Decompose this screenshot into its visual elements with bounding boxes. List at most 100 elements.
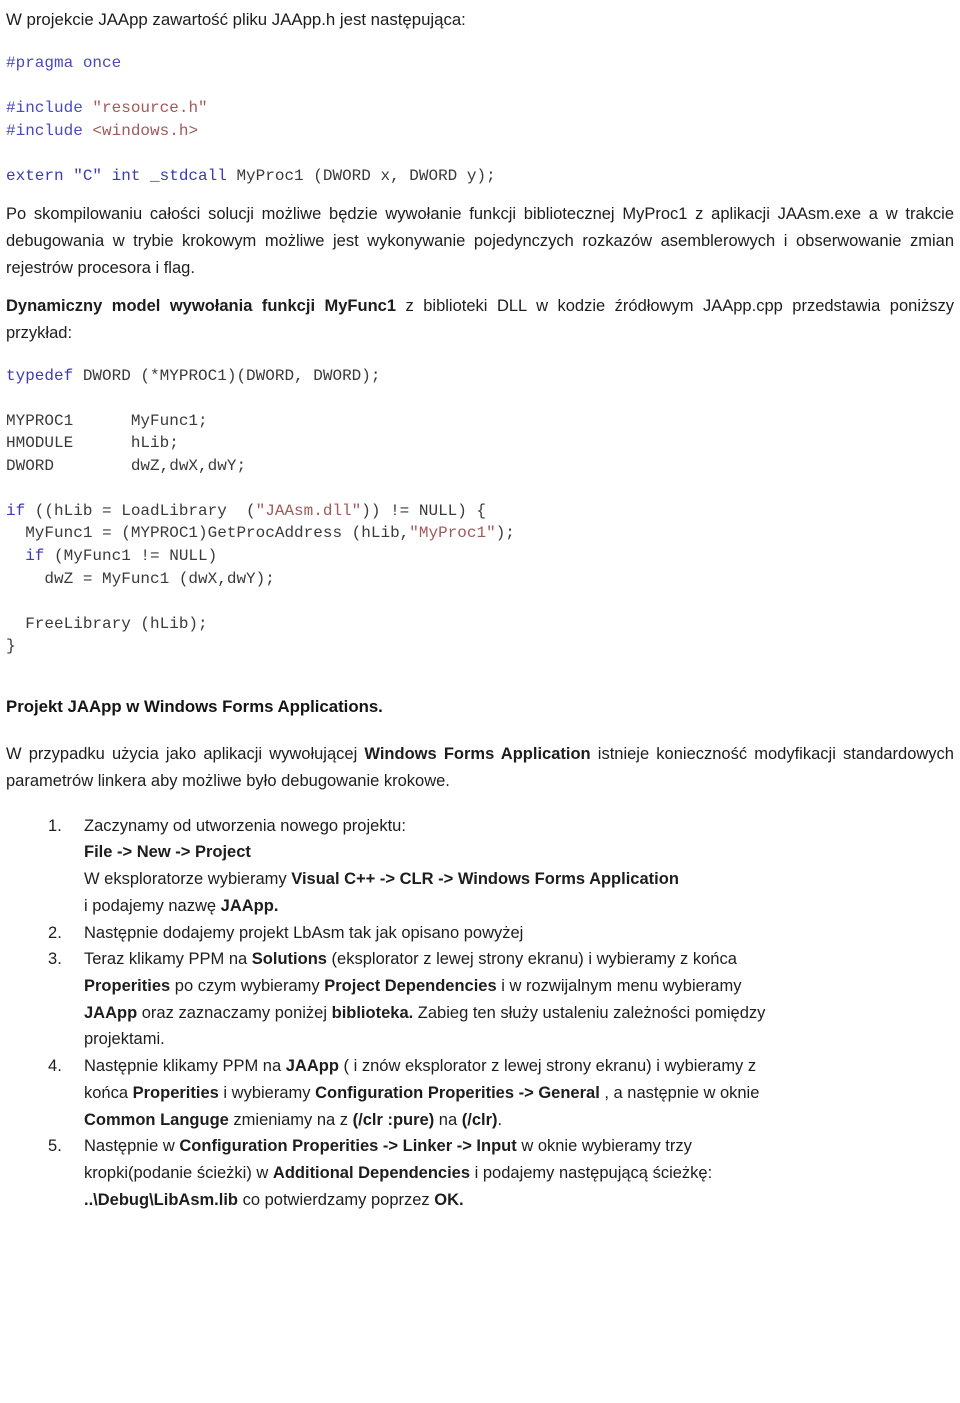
code-token-call-string: "MyProc1"	[409, 524, 496, 543]
code-block-header: #pragma once #include "resource.h" #incl…	[6, 52, 954, 187]
code-token-include2-string: <windows.h>	[92, 121, 199, 140]
step-5-line-1-c: w oknie wybieramy trzy	[516, 1137, 692, 1156]
step-4-line-3-d: (/clr :pure)	[352, 1110, 435, 1129]
code-line-extern: extern "C" int _stdcall MyProc1 (DWORD x…	[6, 165, 954, 188]
code-line-freelibrary: FreeLibrary (hLib);	[6, 614, 208, 633]
code-token-pragma-keyword: #pragma	[6, 54, 74, 73]
code-line-if-loadlibrary: if ((hLib = LoadLibrary ("JAAsm.dll")) !…	[6, 500, 954, 523]
step-3-line-3-e: Zabieg ten służy ustaleniu zależności po…	[413, 1003, 766, 1022]
step-3-line-1-c: (eksplorator z lewej strony ekranu) i wy…	[326, 950, 737, 969]
steps-list: Zaczynamy od utworzenia nowego projektu:…	[6, 813, 954, 1214]
code-token-typedef-rest: DWORD (*MYPROC1)(DWORD, DWORD);	[73, 366, 381, 385]
step-5-line-1-b: Configuration Properities -> Linker -> I…	[179, 1137, 517, 1156]
step-3-line-4: projektami.	[84, 1030, 165, 1049]
code-line-getprocaddress: MyFunc1 = (MYPROC1)GetProcAddress (hLib,…	[6, 522, 954, 545]
step-4-line-1-c: ( i znów eksplorator z lewej strony ekra…	[338, 1057, 757, 1076]
code-token-if1-keyword: if	[6, 501, 26, 520]
code-line-typedef: typedef DWORD (*MYPROC1)(DWORD, DWORD);	[6, 365, 954, 388]
paragraph-dynamic-model: Dynamiczny model wywołania funkcji MyFun…	[6, 293, 954, 346]
step-3-line-1: Teraz klikamy PPM na Solutions (eksplora…	[84, 946, 954, 973]
step-3-line-2-d: Project Dependencies	[324, 976, 497, 995]
code-line-blank-5	[6, 591, 954, 613]
list-item-step-1: Zaczynamy od utworzenia nowego projektu:…	[6, 813, 954, 920]
step-5-line-1-a: Następnie w	[84, 1137, 180, 1156]
code-token-extern-keyword: extern "C" int _stdcall	[6, 166, 227, 185]
code-token-include1-keyword: #include	[6, 99, 83, 118]
list-item-step-3: Teraz klikamy PPM na Solutions (eksplora…	[6, 946, 954, 1053]
step-4-line-2-d: Configuration Properities -> General	[315, 1083, 600, 1102]
step-3-line-2: Properities po czym wybieramy Project De…	[84, 973, 954, 1000]
code-line-blank-1	[6, 75, 954, 97]
code-line-decl-myfunc1: MYPROC1 MyFunc1;	[6, 411, 208, 430]
step-5-line-3-c: co potwierdzamy poprzez	[238, 1190, 435, 1209]
paragraph-winforms-seg-a: W przypadku użycia jako aplikacji wywołu…	[6, 745, 365, 764]
section-heading-winforms: Projekt JAApp w Windows Forms Applicatio…	[6, 697, 383, 716]
step-3-line-2-b: Properities	[84, 976, 171, 995]
step-4-line-2-e: , a następnie w oknie	[599, 1083, 760, 1102]
step-1-line-4: i podajemy nazwę JAApp.	[84, 893, 954, 920]
step-1-line-4-a: i podajemy nazwę	[84, 896, 221, 915]
code-token-space-2	[83, 122, 93, 140]
step-1-line-2: File -> New -> Project	[84, 843, 251, 862]
step-4-line-1-a: Następnie klikamy PPM na	[84, 1057, 286, 1076]
code-token-pragma-rest: once	[73, 54, 122, 73]
step-4-line-3-b: Common Languge	[84, 1110, 229, 1129]
step-3-line-2-e: i w rozwijalnym menu wybieramy	[496, 976, 742, 995]
code-token-if1-end: )) != NULL) {	[361, 501, 487, 520]
step-2-line-1: Następnie dodajemy projekt LbAsm tak jak…	[84, 923, 524, 942]
step-4-line-3-c: zmieniamy na z	[228, 1110, 353, 1129]
code-token-space-1	[83, 99, 93, 117]
code-token-typedef-keyword: typedef	[6, 366, 74, 385]
code-line-include-resource: #include "resource.h"	[6, 97, 954, 120]
code-token-if1-mid: ((hLib = LoadLibrary (	[25, 501, 256, 520]
list-item-step-2: Następnie dodajemy projekt LbAsm tak jak…	[6, 920, 954, 947]
step-5-line-3-d: OK.	[434, 1190, 464, 1209]
step-4-line-3: Common Languge zmieniamy na z (/clr :pur…	[84, 1107, 954, 1134]
step-4-line-1-b: JAApp	[285, 1057, 339, 1076]
step-3-line-3-b: JAApp	[84, 1003, 138, 1022]
code-line-blank-4	[6, 478, 954, 500]
code-line-closing-brace: }	[6, 637, 16, 656]
code-block-dynamic: typedef DWORD (*MYPROC1)(DWORD, DWORD); …	[6, 365, 954, 658]
list-item-step-4: Następnie klikamy PPM na JAApp ( i znów …	[6, 1053, 954, 1133]
step-3-line-3: JAApp oraz zaznaczamy poniżej biblioteka…	[84, 1000, 954, 1027]
step-4-line-1: Następnie klikamy PPM na JAApp ( i znów …	[84, 1053, 954, 1080]
step-1-line-3: W eksploratorze wybieramy Visual C++ -> …	[84, 866, 954, 893]
step-4-line-2-a: końca	[84, 1083, 133, 1102]
code-line-assign-dwz: dwZ = MyFunc1 (dwX,dwY);	[6, 569, 275, 588]
paragraph-winforms-seg-b: Windows Forms Application	[364, 745, 591, 764]
code-token-include2-keyword: #include	[6, 121, 83, 140]
step-3-line-3-d: biblioteka.	[331, 1003, 414, 1022]
step-4-line-3-f: (/clr)	[461, 1110, 498, 1129]
code-line-if-myfunc1-null: if (MyFunc1 != NULL)	[6, 545, 954, 568]
paragraph-dynamic-model-bold: Dynamiczny model wywołania funkcji MyFun…	[6, 297, 397, 316]
code-token-include1-string: "resource.h"	[92, 99, 208, 118]
step-3-line-1-b: Solutions	[251, 950, 327, 969]
step-5-line-3: ..\Debug\LibAsm.lib co potwierdzamy popr…	[84, 1187, 954, 1214]
code-token-if2-rest: (MyFunc1 != NULL)	[44, 547, 218, 566]
step-3-line-2-c: po czym wybieramy	[170, 976, 325, 995]
step-5-line-2-b: Additional Dependencies	[272, 1163, 471, 1182]
step-4-line-3-e: na	[434, 1110, 462, 1129]
step-4-line-2: końca Properities i wybieramy Configurat…	[84, 1080, 954, 1107]
step-5-line-2-c: i podajemy następującą ścieżkę:	[470, 1163, 713, 1182]
step-1-line-1: Zaczynamy od utworzenia nowego projektu:	[84, 816, 406, 835]
code-line-decl-hlib: HMODULE hLib;	[6, 434, 179, 453]
code-token-call-end: );	[495, 524, 515, 543]
paragraph-winforms-linker: W przypadku użycia jako aplikacji wywołu…	[6, 741, 954, 794]
step-5-line-2: kropki(podanie ścieżki) w Additional Dep…	[84, 1160, 954, 1187]
step-4-line-2-b: Properities	[132, 1083, 219, 1102]
list-item-step-5: Następnie w Configuration Properities ->…	[6, 1133, 954, 1213]
code-token-extern-rest: MyProc1 (DWORD x, DWORD y);	[226, 166, 496, 185]
step-3-line-1-a: Teraz klikamy PPM na	[84, 950, 252, 969]
step-1-line-3-b: Visual C++ -> CLR -> Windows Forms Appli…	[291, 870, 679, 889]
step-3-line-3-c: oraz zaznaczamy poniżej	[137, 1003, 332, 1022]
code-token-if2-keyword: if	[6, 547, 45, 566]
code-token-call-pre: MyFunc1 = (MYPROC1)GetProcAddress (hLib,	[6, 524, 410, 543]
